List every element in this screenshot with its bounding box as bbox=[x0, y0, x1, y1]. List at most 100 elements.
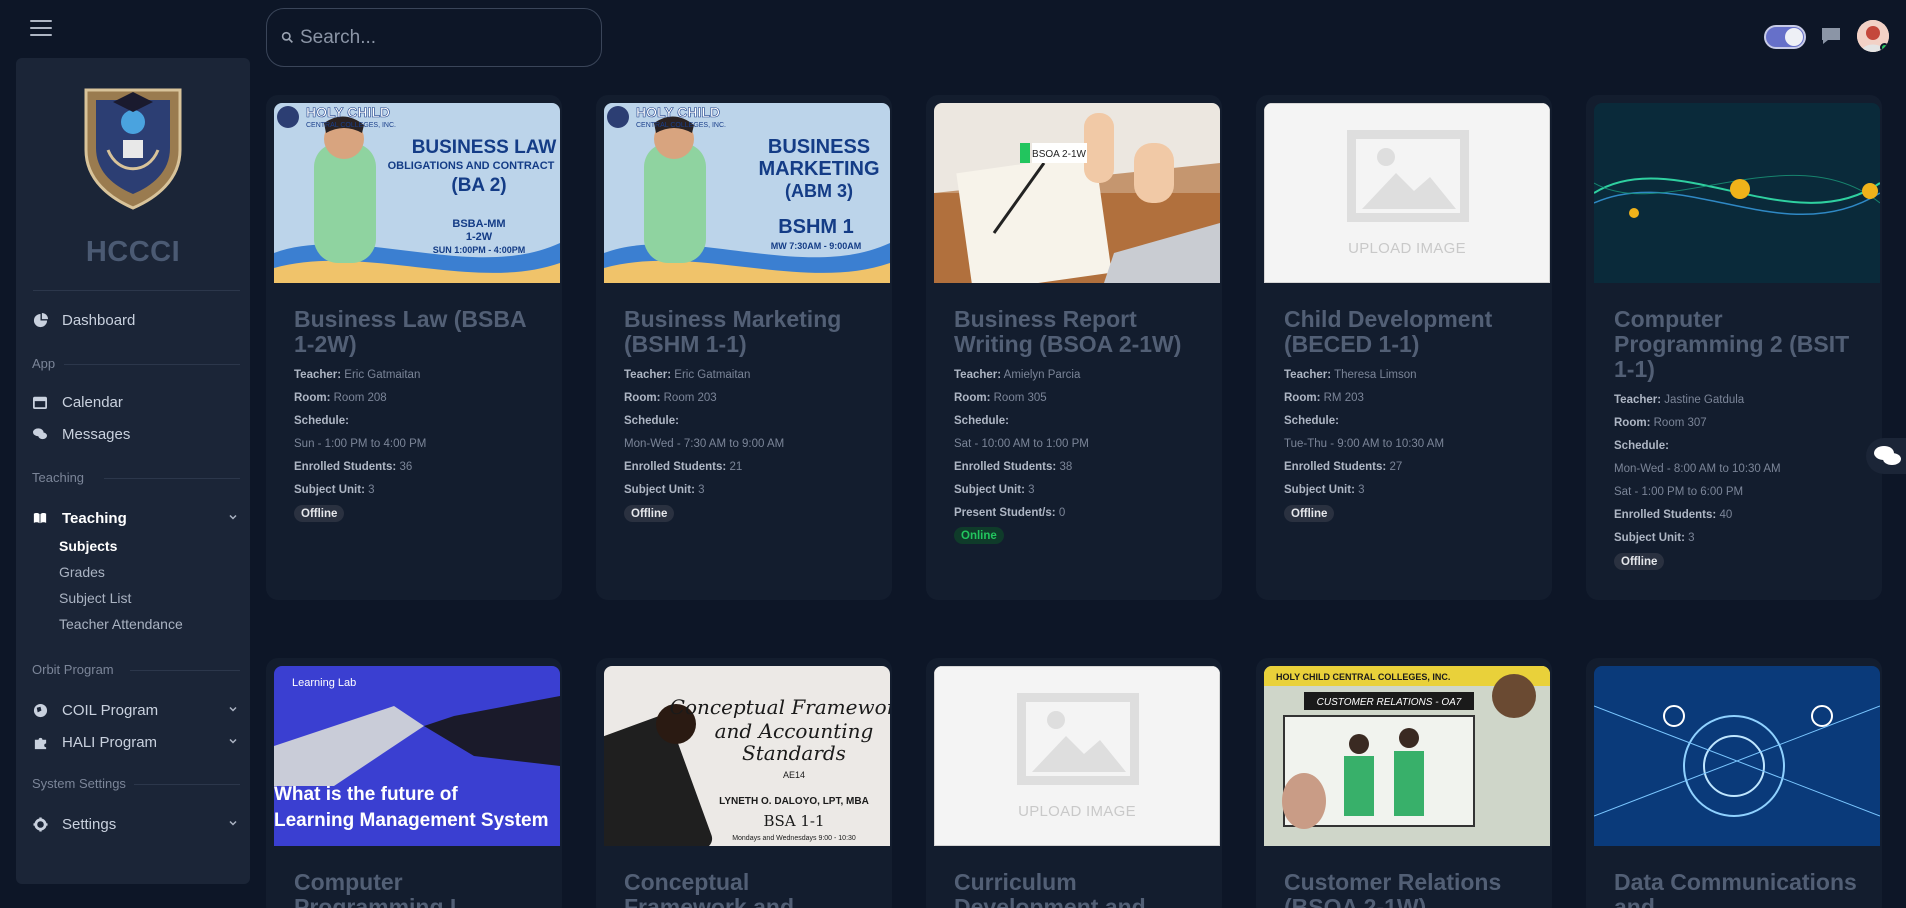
gear-icon bbox=[32, 816, 48, 832]
section-label-system: System Settings bbox=[32, 776, 126, 791]
sidebar-divider bbox=[33, 290, 240, 291]
banner-line3: Standards bbox=[742, 741, 846, 765]
schedule-value: Sat - 1:00 PM to 6:00 PM bbox=[1614, 486, 1744, 498]
subject-title[interactable]: Computer Programming 2 (BSIT 1-1) bbox=[1614, 307, 1864, 382]
sidebar-item-dashboard[interactable]: Dashboard bbox=[32, 308, 240, 332]
upload-image-text: UPLOAD IMAGE bbox=[1018, 803, 1136, 820]
user-avatar[interactable] bbox=[1857, 20, 1889, 52]
menu-toggle-icon[interactable] bbox=[30, 20, 52, 36]
book-icon bbox=[32, 510, 48, 526]
subject-card[interactable]: UPLOAD IMAGE Curriculum Development and bbox=[926, 658, 1222, 908]
schedule-label: Schedule: bbox=[1614, 440, 1669, 452]
sidebar-item-label: Calendar bbox=[62, 393, 123, 411]
subject-title[interactable]: Curriculum Development and bbox=[954, 870, 1204, 908]
search-box[interactable] bbox=[266, 8, 602, 67]
puzzle-icon bbox=[32, 734, 48, 750]
banner-line6: SUN 1:00PM - 4:00PM bbox=[433, 245, 526, 255]
room-info: Room: Room 305 bbox=[954, 392, 1047, 404]
banner-line4: BSHM 1 bbox=[778, 216, 854, 238]
photo-tag: BSOA 2-1W bbox=[1032, 149, 1086, 160]
enrolled-info: Enrolled Students: 21 bbox=[624, 461, 743, 473]
subject-title[interactable]: Customer Relations (BSOA 2-1W) bbox=[1284, 870, 1534, 908]
present-info: Present Student/s: 0 bbox=[954, 507, 1066, 519]
schedule-value: Mon-Wed - 7:30 AM to 9:00 AM bbox=[624, 438, 785, 450]
banner-school: HOLY CHILD CENTRAL COLLEGES, INC. bbox=[1276, 672, 1450, 682]
subject-thumbnail: Learning Lab What is the future of Learn… bbox=[274, 666, 560, 846]
enrolled-info: Enrolled Students: 36 bbox=[294, 461, 413, 473]
sidebar-item-coil[interactable]: COIL Program bbox=[32, 698, 240, 722]
subject-card[interactable]: Computer Programming 2 (BSIT 1-1) Teache… bbox=[1586, 95, 1882, 600]
image-placeholder-icon bbox=[1017, 693, 1139, 785]
subject-card[interactable]: Data Communications and bbox=[1586, 658, 1882, 908]
banner-line4: AE14 bbox=[783, 770, 805, 780]
room-info: Room: Room 208 bbox=[294, 392, 387, 404]
banner-line6: BSA 1-1 bbox=[763, 812, 824, 830]
room-info: Room: Room 307 bbox=[1614, 417, 1707, 429]
schedule-value: Sat - 10:00 AM to 1:00 PM bbox=[954, 438, 1089, 450]
subject-title[interactable]: Business Law (BSBA 1-2W) bbox=[294, 307, 544, 357]
subject-title[interactable]: Business Report Writing (BSOA 2-1W) bbox=[954, 307, 1204, 357]
banner-brand: Learning Lab bbox=[292, 677, 356, 689]
subject-title[interactable]: Conceptual Framework and bbox=[624, 870, 874, 908]
banner-line7: Mondays and Wednesdays 9:00 - 10:30 bbox=[732, 835, 856, 842]
image-placeholder-icon bbox=[1347, 130, 1469, 222]
pie-chart-icon bbox=[32, 312, 48, 328]
subject-card[interactable]: UPLOAD IMAGE Child Development (BECED 1-… bbox=[1256, 95, 1552, 600]
subject-thumbnail: UPLOAD IMAGE bbox=[934, 666, 1220, 846]
upload-image-placeholder[interactable]: UPLOAD IMAGE bbox=[934, 666, 1220, 846]
upload-image-placeholder[interactable]: UPLOAD IMAGE bbox=[1264, 103, 1550, 283]
banner-school: HOLY CHILD bbox=[636, 104, 720, 120]
schedule-label: Schedule: bbox=[624, 415, 679, 427]
sidebar-subitem-subject-list[interactable]: Subject List bbox=[59, 590, 131, 606]
sidebar-item-teaching[interactable]: Teaching bbox=[32, 506, 240, 530]
status-badge: Online bbox=[954, 527, 1004, 544]
search-input[interactable] bbox=[300, 26, 570, 49]
subject-title[interactable]: Child Development (BECED 1-1) bbox=[1284, 307, 1534, 357]
subject-card[interactable]: HOLY CHILD CENTRAL COLLEGES, INC. BUSINE… bbox=[596, 95, 892, 600]
teacher-info: Teacher: Jastine Gatdula bbox=[1614, 394, 1745, 406]
sidebar-subitem-subjects[interactable]: Subjects bbox=[59, 538, 117, 554]
globe-icon bbox=[32, 702, 48, 718]
banner-line2: and Accounting bbox=[715, 719, 874, 743]
sidebar-item-label: HALI Program bbox=[62, 733, 158, 751]
schedule-label: Schedule: bbox=[294, 415, 349, 427]
banner-line1: CUSTOMER RELATIONS - OA7 bbox=[1317, 697, 1462, 708]
banner-line1: BUSINESS bbox=[768, 136, 870, 158]
banner-line2: Learning Management System bbox=[274, 810, 549, 831]
subject-title[interactable]: Business Marketing (BSHM 1-1) bbox=[624, 307, 874, 357]
sidebar-item-calendar[interactable]: Calendar bbox=[32, 390, 240, 414]
subject-card[interactable]: Learning Lab What is the future of Learn… bbox=[266, 658, 562, 908]
subject-card[interactable]: BSOA 2-1W Business Report Writing (BSOA … bbox=[926, 95, 1222, 600]
banner-school-sub: CENTRAL COLLEGES, INC. bbox=[636, 122, 726, 129]
unit-info: Subject Unit: 3 bbox=[954, 484, 1035, 496]
status-badge: Offline bbox=[1284, 505, 1335, 522]
subject-card[interactable]: HOLY CHILD CENTRAL COLLEGES, INC. BUSINE… bbox=[266, 95, 562, 600]
theme-toggle[interactable] bbox=[1764, 25, 1806, 49]
subject-card[interactable]: Conceptual Framework and Accounting Stan… bbox=[596, 658, 892, 908]
banner-line2: MARKETING bbox=[758, 158, 879, 180]
sidebar-item-label: Settings bbox=[62, 815, 117, 833]
chat-icon[interactable] bbox=[1820, 26, 1842, 46]
teacher-info: Teacher: Eric Gatmaitan bbox=[624, 369, 751, 381]
chat-widget-button[interactable] bbox=[1866, 438, 1906, 474]
subject-title[interactable]: Computer Programming I bbox=[294, 870, 544, 908]
enrolled-info: Enrolled Students: 27 bbox=[1284, 461, 1403, 473]
section-divider bbox=[104, 478, 240, 479]
sidebar-item-hali[interactable]: HALI Program bbox=[32, 730, 240, 754]
subject-thumbnail: HOLY CHILD CENTRAL COLLEGES, INC. BUSINE… bbox=[604, 103, 890, 283]
room-info: Room: RM 203 bbox=[1284, 392, 1364, 404]
banner-line1: What is the future of bbox=[274, 784, 458, 805]
search-icon bbox=[281, 31, 293, 43]
subject-thumbnail: Conceptual Framework and Accounting Stan… bbox=[604, 666, 890, 846]
sidebar-item-messages[interactable]: Messages bbox=[32, 422, 240, 446]
enrolled-info: Enrolled Students: 40 bbox=[1614, 509, 1733, 521]
online-indicator bbox=[1880, 43, 1889, 52]
room-info: Room: Room 203 bbox=[624, 392, 717, 404]
subject-card[interactable]: HOLY CHILD CENTRAL COLLEGES, INC. CUSTOM… bbox=[1256, 658, 1552, 908]
teacher-info: Teacher: Eric Gatmaitan bbox=[294, 369, 421, 381]
subject-title[interactable]: Data Communications and bbox=[1614, 870, 1864, 908]
sidebar-item-settings[interactable]: Settings bbox=[32, 812, 240, 836]
sidebar-subitem-teacher-attendance[interactable]: Teacher Attendance bbox=[59, 616, 183, 632]
sidebar-subitem-grades[interactable]: Grades bbox=[59, 564, 105, 580]
subject-thumbnail bbox=[1594, 666, 1880, 846]
